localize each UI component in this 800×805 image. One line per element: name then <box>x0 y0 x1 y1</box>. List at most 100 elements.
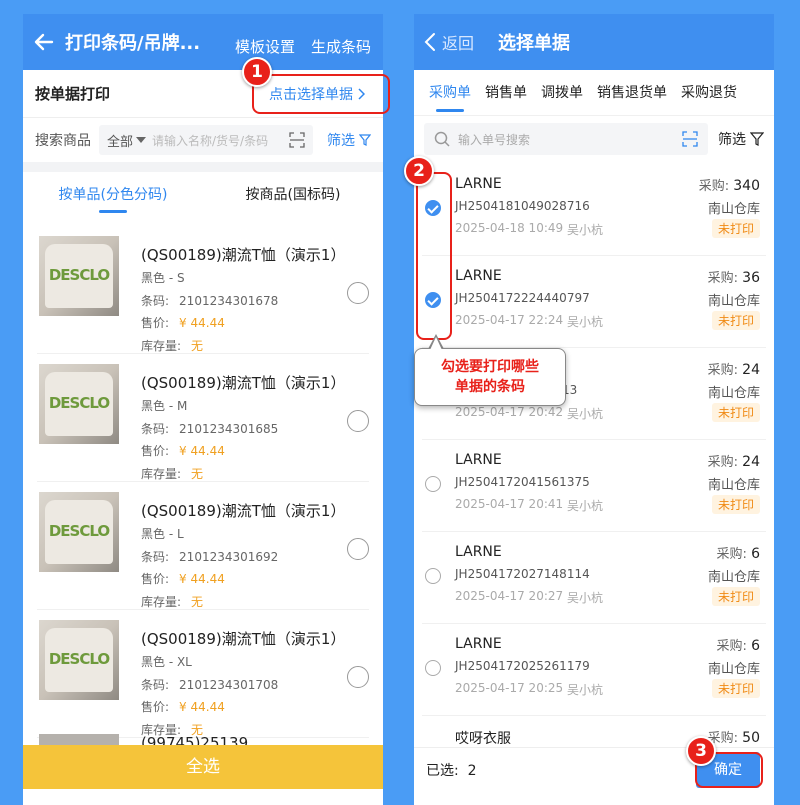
print-by-order-label: 按单据打印 <box>35 85 111 103</box>
order-checkbox[interactable] <box>425 568 441 584</box>
order-warehouse: 南山仓库 <box>707 478 760 493</box>
select-all-button[interactable]: 全选 <box>23 745 383 789</box>
select-order-label: 点击选择单据 <box>269 86 353 103</box>
product-mode-tabs: 按单品(分色分码) 按商品(国标码) <box>23 172 383 218</box>
order-quantity: 采购: 24 <box>708 451 760 470</box>
stock-label: 库存量: <box>141 595 182 609</box>
order-supplier: LARNE <box>455 544 502 560</box>
back-arrow-icon[interactable] <box>23 32 65 52</box>
price-value: ¥ 44.44 <box>179 316 225 330</box>
order-time: 2025-04-17 22:24 <box>455 313 564 327</box>
stock-label: 库存量: <box>141 467 182 481</box>
status-badge: 未打印 <box>711 679 760 698</box>
product-search-row: 搜索商品 全部 请输入名称/货号/条码 筛选 <box>23 118 383 162</box>
stock-value: 无 <box>191 595 204 609</box>
scan-icon[interactable] <box>289 132 305 148</box>
select-order-link[interactable]: 点击选择单据 <box>269 84 365 104</box>
product-image: DESCLO <box>39 236 119 316</box>
order-time: 2025-04-17 20:42 <box>455 405 564 419</box>
order-type-tabs: 采购单 销售单 调拨单 销售退货单 采购退货 <box>414 70 774 116</box>
product-search-input[interactable]: 全部 请输入名称/货号/条码 <box>99 125 313 155</box>
order-checkbox[interactable] <box>425 476 441 492</box>
back-button[interactable]: 返回 <box>424 30 474 54</box>
order-row[interactable]: LARNE JH2504172025261179 2025-04-17 20:2… <box>422 624 766 716</box>
tab-purchase-order[interactable]: 采购单 <box>422 70 478 116</box>
scan-icon[interactable] <box>682 131 698 147</box>
product-radio[interactable] <box>347 666 369 688</box>
filter-button[interactable]: 筛选 <box>327 130 371 150</box>
quantity-label: 采购: <box>698 179 730 194</box>
barcode-value: 2101234301708 <box>179 678 279 692</box>
order-time: 2025-04-17 20:41 <box>455 497 564 511</box>
selection-footer: 已选: 2 确定 <box>414 747 774 791</box>
order-row[interactable]: LARNE JH2504172224440797 2025-04-17 22:2… <box>422 256 766 348</box>
filter-button[interactable]: 筛选 <box>718 129 764 149</box>
order-operator: 吴小杭 <box>567 499 604 513</box>
price-value: ¥ 44.44 <box>179 444 225 458</box>
generate-barcode-link[interactable]: 生成条码 <box>311 36 371 57</box>
tab-by-sku[interactable]: 按单品(分色分码) <box>23 172 203 218</box>
product-price-row: 售价: ¥ 44.44 <box>141 698 225 715</box>
product-item[interactable]: DESCLO (QS00189)潮流T恤（演示1） 黑色 - M 条码: 2101… <box>37 354 369 482</box>
instruction-callout: 勾选要打印哪些 单据的条码 <box>414 348 566 406</box>
tab-by-product[interactable]: 按商品(国标码) <box>203 172 383 218</box>
status-badge: 未打印 <box>711 219 760 238</box>
order-supplier: LARNE <box>455 636 502 652</box>
product-item[interactable]: DESCLO (QS00189)潮流T恤（演示1） 黑色 - XL 条码: 210… <box>37 610 369 738</box>
order-quantity: 采购: 340 <box>699 175 760 194</box>
product-item[interactable]: DESCLO (QS00189)潮流T恤（演示1） 黑色 - L 条码: 2101… <box>37 482 369 610</box>
quantity-label: 采购: <box>716 547 747 562</box>
order-row[interactable]: LARNE JH2504181049028716 2025-04-18 10:4… <box>422 164 766 256</box>
chevron-right-icon <box>358 87 365 100</box>
tab-transfer-order[interactable]: 调拨单 <box>534 70 590 116</box>
product-radio[interactable] <box>347 410 369 432</box>
quantity-value: 50 <box>742 730 760 746</box>
product-radio[interactable] <box>347 282 369 304</box>
order-quantity: 采购: 36 <box>708 267 760 286</box>
selected-count: 已选: 2 <box>426 760 477 780</box>
order-checkbox[interactable] <box>425 660 441 676</box>
order-row[interactable]: LARNE JH2504172041561375 2025-04-17 20:4… <box>422 440 766 532</box>
tab-sales-return[interactable]: 销售退货单 <box>590 70 674 116</box>
order-time: 2025-04-18 10:49 <box>455 221 564 235</box>
order-warehouse: 南山仓库 <box>707 294 760 309</box>
product-name: (QS00189)潮流T恤（演示1） <box>141 246 346 264</box>
quantity-value: 36 <box>742 270 760 286</box>
order-time: 2025-04-17 20:27 <box>455 589 564 603</box>
order-checkbox[interactable] <box>425 292 441 308</box>
order-checkbox[interactable] <box>425 200 441 216</box>
order-supplier: 哎呀衣服 <box>455 731 511 747</box>
order-operator: 吴小杭 <box>567 223 604 237</box>
product-image-print: DESCLO <box>48 394 110 412</box>
price-label: 售价: <box>141 700 170 714</box>
tab-purchase-return[interactable]: 采购退货 <box>674 70 744 116</box>
product-barcode-row: 条码: 2101234301685 <box>141 420 278 437</box>
barcode-label: 条码: <box>141 678 170 692</box>
chevron-left-icon <box>424 33 435 51</box>
selected-value: 2 <box>467 763 477 779</box>
page-title: 打印条码/吊牌... <box>65 33 201 54</box>
order-search-input[interactable]: 输入单号搜索 <box>424 123 708 155</box>
template-settings-link[interactable]: 模板设置 <box>235 36 295 57</box>
callout-line-1: 勾选要打印哪些 <box>441 359 539 375</box>
product-barcode-row: 条码: 2101234301678 <box>141 292 278 309</box>
order-operator: 吴小杭 <box>567 407 604 421</box>
order-warehouse: 南山仓库 <box>707 202 760 217</box>
tab-sales-order[interactable]: 销售单 <box>478 70 534 116</box>
category-value: 全部 <box>107 134 134 150</box>
order-row[interactable]: LARNE JH2504172027148114 2025-04-17 20:2… <box>422 532 766 624</box>
price-label: 售价: <box>141 444 170 458</box>
product-image-print: DESCLO <box>48 522 110 540</box>
product-name: (QS00189)潮流T恤（演示1） <box>141 502 346 520</box>
product-barcode-row: 条码: 2101234301708 <box>141 676 278 693</box>
price-label: 售价: <box>141 572 170 586</box>
callout-pointer-inner <box>430 337 442 350</box>
product-radio[interactable] <box>347 538 369 560</box>
step-1-marker: 1 <box>242 57 272 87</box>
category-dropdown[interactable]: 全部 <box>107 131 147 150</box>
product-stock-row: 库存量: 无 <box>141 465 203 482</box>
order-list: LARNE JH2504181049028716 2025-04-18 10:4… <box>414 164 774 756</box>
product-price-row: 售价: ¥ 44.44 <box>141 570 225 587</box>
barcode-value: 2101234301678 <box>179 294 279 308</box>
product-item[interactable]: DESCLO (QS00189)潮流T恤（演示1） 黑色 - S 条码: 2101… <box>37 226 369 354</box>
